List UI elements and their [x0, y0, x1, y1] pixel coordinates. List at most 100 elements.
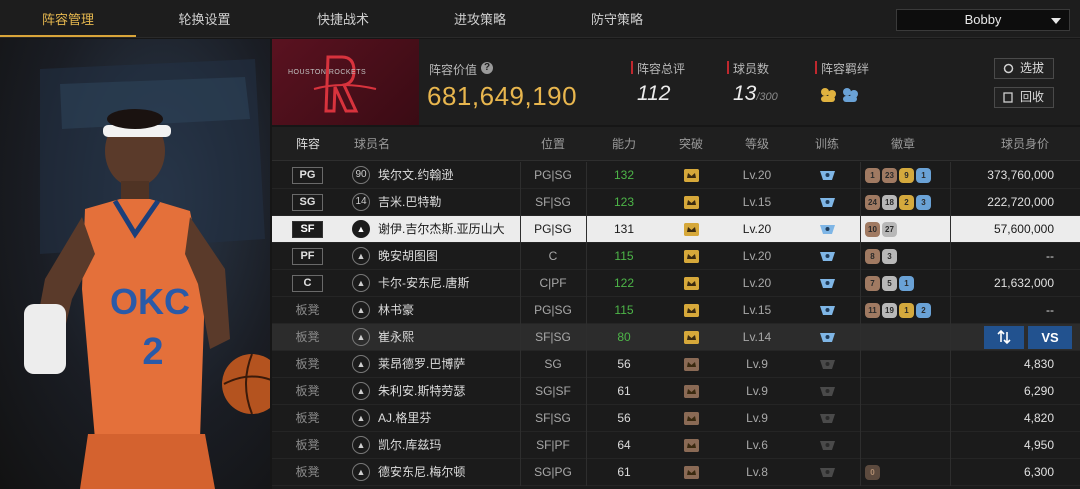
- player-level: Lv.20: [742, 249, 772, 263]
- table-row[interactable]: 板凳 ▲ 林书豪 PG|SG 115 Lv.15 11 19 1 2 --: [272, 297, 1080, 324]
- player-name[interactable]: 德安东尼.梅尔顿: [378, 459, 528, 485]
- table-row[interactable]: 板凳 ▲ 德安东尼.梅尔顿 SG|PG 61 Lv.8 0 6,300: [272, 459, 1080, 486]
- breakthrough-icon[interactable]: [684, 466, 699, 479]
- player-name[interactable]: 谢伊.吉尔杰斯.亚历山大: [378, 216, 528, 242]
- badge-icon[interactable]: 19: [882, 303, 897, 318]
- player-value: 57,600,000: [993, 222, 1054, 236]
- training-icon[interactable]: [819, 358, 836, 370]
- badge-icon[interactable]: 8: [865, 249, 880, 264]
- breakthrough-icon[interactable]: [684, 250, 699, 263]
- slot-badge[interactable]: SF: [292, 221, 323, 238]
- badge-icon[interactable]: 3: [916, 195, 931, 210]
- badge-icon[interactable]: 3: [882, 249, 897, 264]
- badge-icon[interactable]: 10: [865, 222, 880, 237]
- badge-icon[interactable]: 0: [865, 465, 880, 480]
- player-name[interactable]: 晚安胡图图: [378, 243, 528, 269]
- table-row[interactable]: 板凳 ▲ 朱利安.斯特劳瑟 SG|SF 61 Lv.9 6,290: [272, 378, 1080, 405]
- breakthrough-icon[interactable]: [684, 412, 699, 425]
- tab-quick-tactics[interactable]: 快捷战术: [273, 0, 413, 38]
- col-ability[interactable]: 能力: [601, 127, 647, 161]
- breakthrough-icon[interactable]: [684, 331, 699, 344]
- player-name[interactable]: 凯尔.库兹玛: [378, 432, 528, 458]
- tab-rotation-settings[interactable]: 轮换设置: [136, 0, 273, 38]
- breakthrough-icon[interactable]: [684, 223, 699, 236]
- table-row[interactable]: SF ▲ 谢伊.吉尔杰斯.亚历山大 PG|SG 131 Lv.20 10 27 57,600,0…: [272, 216, 1080, 243]
- table-row[interactable]: 板凳 ▲ AJ.格里芬 SF|SG 56 Lv.9 4,820: [272, 405, 1080, 432]
- table-header: 阵容 球员名 位置 能力 突破 等级 训练 徽章 球员身价: [272, 127, 1080, 161]
- training-icon[interactable]: [819, 223, 836, 235]
- player-name[interactable]: AJ.格里芬: [378, 405, 528, 431]
- table-row[interactable]: PF ▲ 晚安胡图图 C 115 Lv.20 8 3 --: [272, 243, 1080, 270]
- player-name[interactable]: 崔永熙: [378, 324, 528, 350]
- slot-badge[interactable]: PF: [292, 248, 323, 265]
- col-training[interactable]: 训练: [804, 127, 850, 161]
- col-level[interactable]: 等级: [732, 127, 782, 161]
- player-ability: 123: [613, 195, 635, 209]
- col-player-value[interactable]: 球员身价: [992, 127, 1058, 161]
- player-name[interactable]: 莱昂德罗.巴博萨: [378, 351, 528, 377]
- badge-icon[interactable]: 2: [899, 195, 914, 210]
- help-icon[interactable]: ?: [481, 62, 493, 74]
- training-icon[interactable]: [819, 466, 836, 478]
- badge-icon[interactable]: 1: [899, 276, 914, 291]
- tab-lineup-management[interactable]: 阵容管理: [0, 0, 136, 38]
- table-row[interactable]: C ▲ 卡尔-安东尼.唐斯 C|PF 122 Lv.20 7 5 1 21,632,000: [272, 270, 1080, 297]
- training-icon[interactable]: [819, 277, 836, 289]
- training-icon[interactable]: [819, 439, 836, 451]
- slot-badge[interactable]: SG: [292, 194, 323, 211]
- breakthrough-icon[interactable]: [684, 439, 699, 452]
- badge-icon[interactable]: 2: [916, 303, 931, 318]
- bond-icon[interactable]: [819, 86, 863, 104]
- table-row[interactable]: SG 14 吉米.巴特勒 SF|SG 123 Lv.15 24 18 2 3 222,720,000: [272, 189, 1080, 216]
- badge-icon[interactable]: 24: [865, 195, 880, 210]
- breakthrough-icon[interactable]: [684, 277, 699, 290]
- training-icon[interactable]: [819, 250, 836, 262]
- badge-icon[interactable]: 1: [916, 168, 931, 183]
- slot-badge[interactable]: C: [292, 275, 323, 292]
- badge-icon[interactable]: 11: [865, 303, 880, 318]
- breakthrough-icon[interactable]: [684, 304, 699, 317]
- table-row[interactable]: 板凳 ▲ 凯尔.库兹玛 SF|PF 64 Lv.6 4,950: [272, 432, 1080, 459]
- badge-icon[interactable]: 1: [899, 303, 914, 318]
- player-name[interactable]: 林书豪: [378, 297, 528, 323]
- col-breakthrough[interactable]: 突破: [668, 127, 714, 161]
- tab-offense-strategy[interactable]: 进攻策略: [413, 0, 547, 38]
- badge-icon[interactable]: 18: [882, 195, 897, 210]
- badge-icon[interactable]: 7: [865, 276, 880, 291]
- training-icon[interactable]: [819, 412, 836, 424]
- tab-defense-strategy[interactable]: 防守策略: [547, 0, 687, 38]
- training-icon[interactable]: [819, 385, 836, 397]
- breakthrough-icon[interactable]: [684, 358, 699, 371]
- slot-badge[interactable]: PG: [292, 167, 323, 184]
- training-icon[interactable]: [819, 196, 836, 208]
- col-position[interactable]: 位置: [530, 127, 576, 161]
- col-badges[interactable]: 徽章: [880, 127, 926, 161]
- player-name[interactable]: 朱利安.斯特劳瑟: [378, 378, 528, 404]
- swap-button[interactable]: [984, 326, 1024, 349]
- breakthrough-icon[interactable]: [684, 385, 699, 398]
- player-name[interactable]: 卡尔-安东尼.唐斯: [378, 270, 528, 296]
- select-button[interactable]: 选拔: [994, 58, 1054, 79]
- swap-icon: [997, 329, 1011, 345]
- badge-icon[interactable]: 27: [882, 222, 897, 237]
- badge-icon[interactable]: 9: [899, 168, 914, 183]
- recycle-button[interactable]: 回收: [994, 87, 1054, 108]
- breakthrough-icon[interactable]: [684, 169, 699, 182]
- table-row[interactable]: 板凳 ▲ 莱昂德罗.巴博萨 SG 56 Lv.9 4,830: [272, 351, 1080, 378]
- column-divider: [860, 351, 861, 378]
- vs-compare-button[interactable]: VS: [1028, 326, 1072, 349]
- badge-icon[interactable]: 5: [882, 276, 897, 291]
- player-name[interactable]: 吉米.巴特勒: [378, 189, 528, 215]
- training-icon[interactable]: [819, 169, 836, 181]
- player-name[interactable]: 埃尔文.约翰逊: [378, 162, 528, 188]
- col-lineup[interactable]: 阵容: [287, 127, 329, 161]
- training-icon[interactable]: [819, 304, 836, 316]
- table-row[interactable]: PG 90 埃尔文.约翰逊 PG|SG 132 Lv.20 1 23 9 1 373,760,000: [272, 162, 1080, 189]
- breakthrough-icon[interactable]: [684, 196, 699, 209]
- table-row[interactable]: 板凳 ▲ 崔永熙 SF|SG 80 Lv.14 VS: [272, 324, 1080, 351]
- badge-icon[interactable]: 23: [882, 168, 897, 183]
- badge-icon[interactable]: 1: [865, 168, 880, 183]
- user-dropdown[interactable]: Bobby: [896, 9, 1070, 31]
- training-icon[interactable]: [819, 331, 836, 343]
- col-player-name[interactable]: 球员名: [354, 127, 394, 161]
